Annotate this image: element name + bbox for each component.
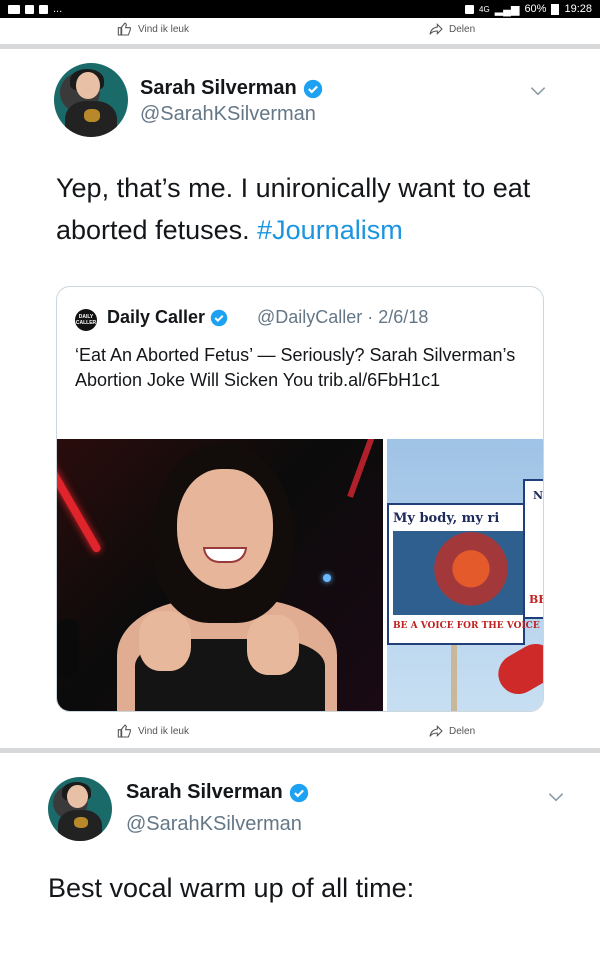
- battery-text: 60%: [524, 3, 547, 15]
- author-name-text: Sarah Silverman: [126, 781, 283, 803]
- media-photo-protest-sign[interactable]: My body, my ri BE A VOICE FOR THE VOICE …: [387, 439, 544, 711]
- quoted-handle-date: @DailyCaller · 2/6/18: [257, 307, 429, 327]
- avatar[interactable]: [54, 63, 128, 137]
- like-button[interactable]: Vind ik leuk: [117, 21, 189, 37]
- share-label: Delen: [449, 23, 476, 35]
- share-icon: [429, 725, 443, 737]
- tweet-author-handle[interactable]: @SarahKSilverman: [140, 103, 316, 126]
- settings-icon: [39, 4, 48, 14]
- sign-title: My body, my ri: [393, 511, 500, 526]
- clock: 19:28: [564, 3, 592, 15]
- share-label: Delen: [449, 725, 476, 737]
- author-name-text: Sarah Silverman: [140, 77, 297, 99]
- thumbs-up-icon: [117, 22, 131, 36]
- sign-footer: BE A VOICE FOR THE VOICE: [393, 621, 540, 631]
- tweet-author-name[interactable]: Sarah Silverman: [140, 77, 323, 100]
- quoted-author-name[interactable]: Daily Caller: [107, 307, 228, 328]
- like-label: Vind ik leuk: [138, 725, 189, 737]
- thumbs-up-icon: [117, 724, 131, 738]
- alarm-icon: [465, 4, 475, 14]
- verified-icon: [289, 783, 308, 802]
- protest-sign-2: N BE: [523, 479, 544, 619]
- tweet-author-name[interactable]: Sarah Silverman: [126, 781, 309, 804]
- notification-icon: [8, 4, 20, 14]
- fb-action-bar-top: Vind ik leuk Delen: [0, 16, 600, 42]
- share-button[interactable]: Delen: [428, 723, 475, 739]
- facebook-icon: [25, 4, 34, 14]
- chevron-down-icon[interactable]: [546, 787, 566, 807]
- chevron-down-icon[interactable]: [528, 81, 548, 101]
- battery-icon: [551, 3, 560, 15]
- verified-icon: [303, 79, 322, 98]
- share-icon: [429, 23, 443, 35]
- sign2-mid: BE: [529, 593, 543, 606]
- quoted-name-text: Daily Caller: [107, 307, 206, 327]
- tweet-text: Yep, that’s me. I unironically want to e…: [56, 167, 546, 251]
- tweet-text: Best vocal warm up of all time:: [48, 873, 415, 903]
- media-photo-silverman[interactable]: [57, 439, 383, 711]
- quoted-tweet-card[interactable]: DAILY CALLER Daily Caller @DailyCaller ·…: [56, 286, 544, 712]
- like-label: Vind ik leuk: [138, 23, 189, 35]
- share-button[interactable]: Delen: [428, 21, 475, 37]
- tweet-author-handle[interactable]: @SarahKSilverman: [126, 813, 302, 836]
- daily-caller-logo: DAILY CALLER: [75, 309, 97, 331]
- like-button[interactable]: Vind ik leuk: [117, 723, 189, 739]
- tweet-2: Sarah Silverman @SarahKSilverman Best vo…: [0, 753, 600, 960]
- fb-action-bar-bottom: Vind ik leuk Delen: [0, 718, 600, 744]
- network-label: 4G: [479, 4, 490, 14]
- verified-icon: [210, 309, 228, 326]
- sign2-top: N: [533, 489, 544, 502]
- protest-sign: My body, my ri BE A VOICE FOR THE VOICE: [387, 503, 540, 645]
- quoted-tweet-text: ‘Eat An Aborted Fetus’ — Seriously? Sara…: [75, 345, 516, 390]
- hashtag-link[interactable]: #Journalism: [257, 215, 403, 245]
- status-more: ...: [53, 3, 63, 15]
- avatar[interactable]: [48, 777, 112, 841]
- signal-icon: ▂▄▆: [494, 3, 520, 16]
